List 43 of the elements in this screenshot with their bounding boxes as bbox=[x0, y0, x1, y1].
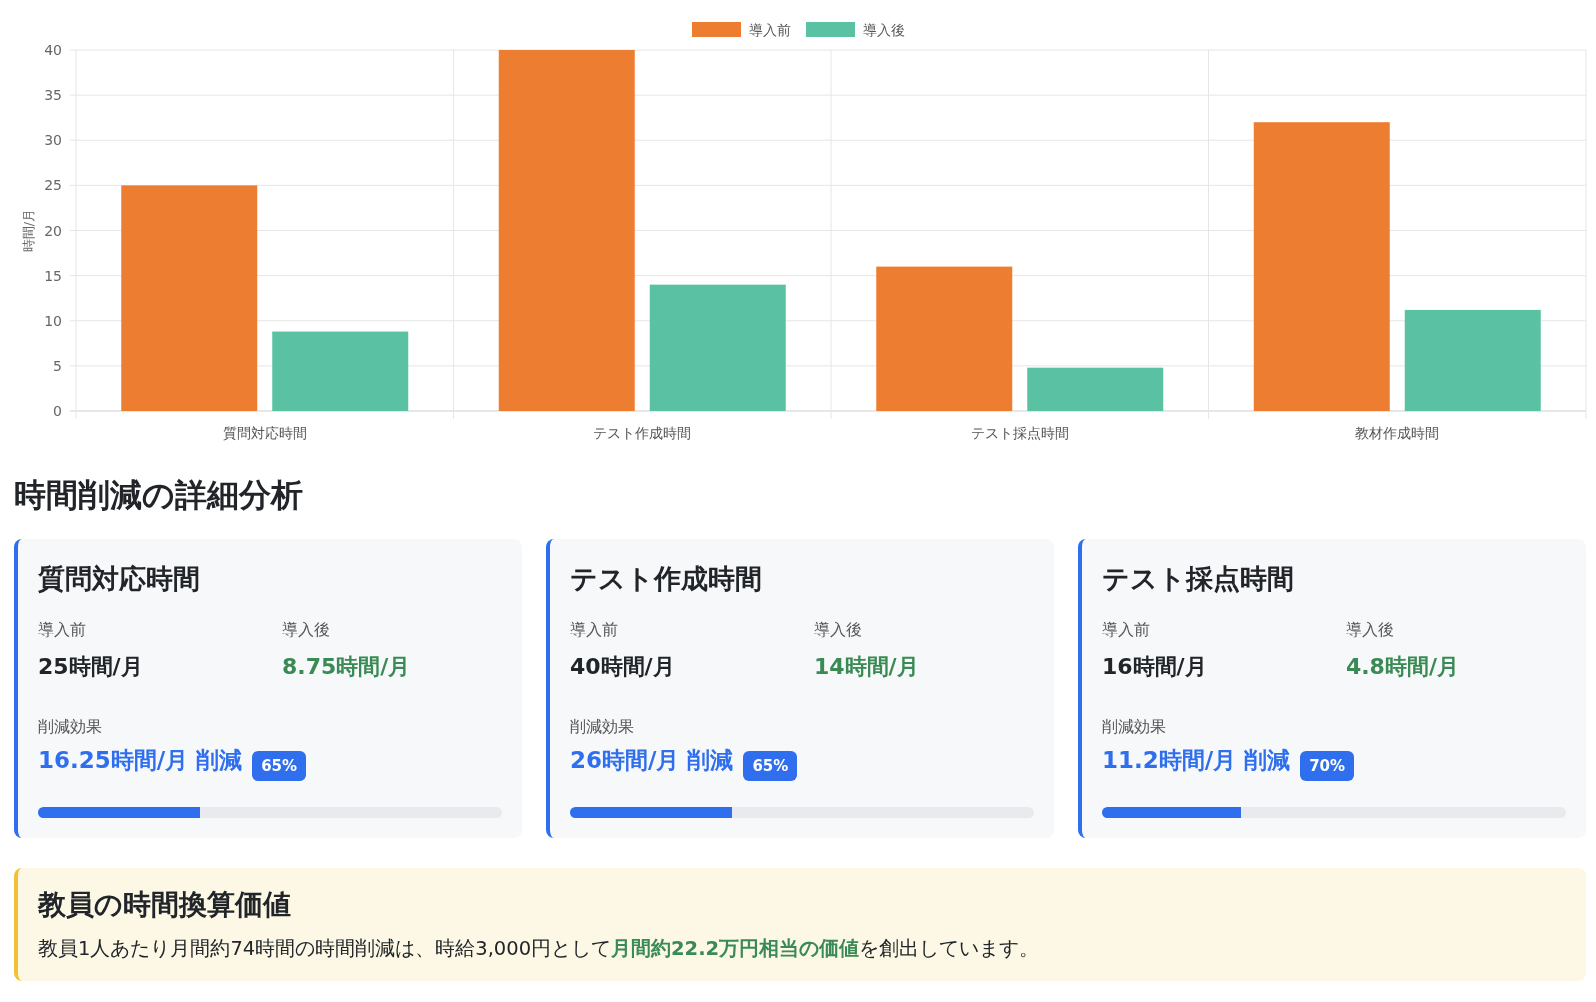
panel-title: 教員の時間換算価値 bbox=[38, 887, 292, 923]
card-title: テスト作成時間 bbox=[570, 562, 763, 596]
card-title: 質問対応時間 bbox=[38, 562, 201, 596]
x-category-label: テスト採点時間 bbox=[970, 425, 1069, 441]
x-category-label: 教材作成時間 bbox=[1355, 425, 1440, 441]
before-label: 導入前 bbox=[38, 618, 87, 641]
reduction-value: 16.25時間/月 削減 bbox=[38, 745, 243, 775]
y-tick-label: 25 bbox=[44, 177, 62, 194]
after-label: 導入後 bbox=[282, 618, 331, 641]
section-heading: 時間削減の詳細分析 bbox=[14, 475, 304, 516]
x-category-label: 質問対応時間 bbox=[222, 425, 307, 441]
after-value: 4.8時間/月 bbox=[1345, 652, 1460, 681]
y-tick-label: 5 bbox=[53, 357, 62, 374]
x-category-label: テスト作成時間 bbox=[593, 425, 692, 441]
reduction-label: 削減効果 bbox=[1101, 715, 1167, 738]
before-label: 導入前 bbox=[1101, 618, 1151, 641]
before-label: 導入前 bbox=[570, 618, 619, 641]
after-value: 14時間/月 bbox=[813, 652, 920, 681]
y-tick-label: 35 bbox=[44, 87, 62, 104]
percent-badge: 65% bbox=[252, 750, 307, 781]
y-tick-label: 20 bbox=[44, 222, 62, 239]
before-value: 16時間/月 bbox=[1101, 652, 1208, 681]
after-value: 8.75時間/月 bbox=[282, 652, 412, 681]
percent-badge: 65% bbox=[743, 750, 798, 781]
y-axis-title: 時間/月 bbox=[21, 208, 36, 253]
legend-label: 導入後 bbox=[863, 22, 905, 38]
before-value: 25時間/月 bbox=[38, 652, 144, 681]
after-label: 導入後 bbox=[1345, 618, 1395, 641]
reduction-label: 削減効果 bbox=[38, 715, 103, 738]
after-label: 導入後 bbox=[813, 618, 863, 641]
percent-badge: 70% bbox=[1300, 750, 1355, 781]
legend-label: 導入前 bbox=[749, 22, 791, 38]
reduction-value: 26時間/月 削減 bbox=[570, 745, 734, 775]
y-tick-label: 15 bbox=[44, 267, 62, 284]
y-tick-label: 10 bbox=[44, 312, 62, 329]
y-tick-label: 0 bbox=[53, 403, 62, 419]
y-tick-label: 30 bbox=[44, 132, 62, 149]
before-value: 40時間/月 bbox=[570, 652, 676, 681]
reduction-value: 11.2時間/月 削減 bbox=[1101, 745, 1291, 775]
y-tick-label: 40 bbox=[44, 42, 62, 58]
card-title: テスト採点時間 bbox=[1101, 562, 1295, 596]
reduction-label: 削減効果 bbox=[570, 715, 635, 738]
panel-text: 教員1人あたり月間約74時間の時間削減は、時給3,000円として月間約22.2万円相当の価値を創出しています。 bbox=[38, 936, 1041, 962]
